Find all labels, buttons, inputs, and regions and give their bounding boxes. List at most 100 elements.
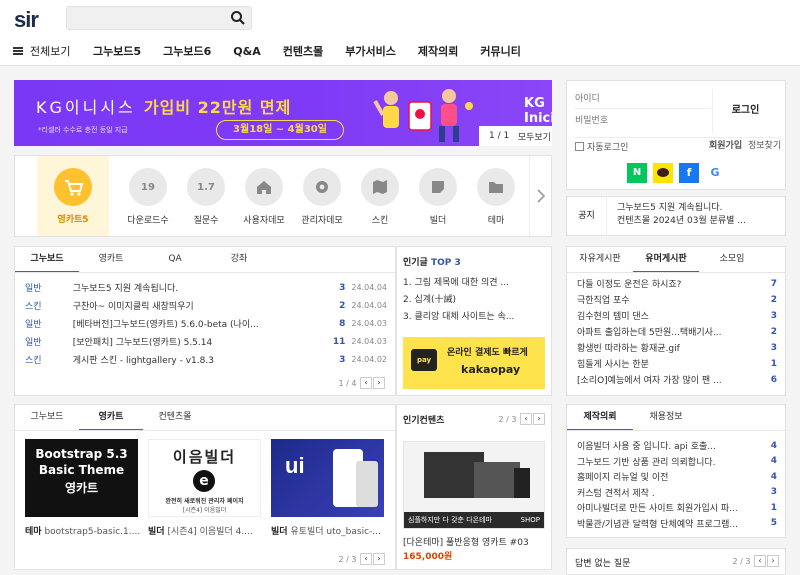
row-comment-count: 1 [770,358,777,369]
google-login-icon[interactable]: G [705,163,725,183]
tab-lecture[interactable]: 강좌 [207,247,271,273]
tab-gnuboard[interactable]: 그누보드 [15,247,79,273]
nav-item-request[interactable]: 제작의뢰 [418,43,458,59]
main-nav: 전체보기 그누보드5 그누보드6 Q&A 컨텐츠몰 부가서비스 제작의뢰 커뮤니… [0,40,800,62]
site-logo[interactable]: sir [14,7,39,33]
contents-next-button[interactable]: › [533,413,545,425]
kakaopay-ad[interactable]: pay 온라인 결제도 빠르게 kakaopay [403,337,545,389]
row-date: 24.04.02 [351,355,387,364]
tab-jobs[interactable]: 채용정보 [633,405,699,431]
home-icon[interactable] [245,168,283,206]
gallery-item[interactable]: 테마 bootstrap5-basic.1.... [25,524,145,537]
community-row[interactable]: 다들 이정도 운전은 하시죠? 7 [577,277,777,291]
row-comment-count: 2 [770,326,777,337]
community-row[interactable]: 힘들게 사시는 한분 1 [577,357,777,371]
board-row[interactable]: 일반 그누보드5 지원 계속됩니다. 3 24.04.04 [25,281,387,295]
password-input[interactable] [575,111,711,131]
board-next-button[interactable]: › [373,377,385,389]
contents-prev-button[interactable]: ‹ [520,413,532,425]
contents-thumb[interactable]: 심플하지만 다 갖춘 다온테마 SHOP [403,441,545,529]
kakao-login-icon[interactable] [653,163,673,183]
row-comment-count: 4 [770,471,777,482]
notice-item[interactable]: 컨텐츠몰 2024년 03월 분류별 ... [617,215,746,228]
all-menu-button[interactable]: 전체보기 [0,43,85,59]
auto-login[interactable]: 자동로그인 [575,140,628,153]
gallery-thumb-uto[interactable]: ui [271,439,384,517]
request-row[interactable]: 이음빌더 사용 중 입니다. api 호출... 4 [577,439,777,453]
tab-small-group[interactable]: 소모임 [699,247,765,273]
row-category: 스킨 [25,302,42,312]
community-row[interactable]: 황생빈 따라하는 황재균.gif 3 [577,341,777,355]
gallery-next-button[interactable]: › [373,553,385,565]
request-row[interactable]: 커스텀 견적서 제작 . 3 [577,486,777,499]
board-row[interactable]: 스킨 게시판 스킨 - lightgallery - v1.8.3 3 24.04.0… [25,353,387,367]
banner-view-all-button[interactable]: 모두보기 [518,130,551,143]
nav-item-qa[interactable]: Q&A [233,45,260,58]
folder-icon[interactable] [477,168,515,206]
unanswered-box: 답변 없는 질문 2 / 3 ‹ › [566,548,786,575]
search-input[interactable] [67,7,227,30]
board-prev-button[interactable]: ‹ [360,377,372,389]
download-count-icon[interactable]: 19 [129,168,167,206]
community-row[interactable]: [소리O]예능에서 여자 가장 많이 팬 ... 6 [577,373,777,387]
community-row[interactable]: 아파트 출입하는데 5만원...택배기사... 2 [577,325,777,339]
tab-youngcart[interactable]: 영카트 [79,247,143,273]
popular-item[interactable]: 3. 클리앙 대체 사이트는 속... [403,309,514,326]
row-comment-count: 6 [770,374,777,385]
auto-login-checkbox[interactable] [575,142,584,151]
tab-request[interactable]: 제작의뢰 [567,405,633,431]
note-icon[interactable] [419,168,457,206]
tab-gallery-gnuboard[interactable]: 그누보드 [15,405,79,431]
join-link[interactable]: 회원가입 [709,138,742,151]
username-input[interactable] [575,89,711,109]
contents-name[interactable]: [다온테마] 풀반응형 영카트 #03 [403,535,529,548]
find-account-link[interactable]: 정보찾기 [748,138,781,151]
unanswered-prev-button[interactable]: ‹ [754,555,766,567]
notice-box: 공지 그누보드5 지원 계속됩니다. 컨텐츠몰 2024년 03월 분류별 ..… [566,196,786,236]
gallery-prev-button[interactable]: ‹ [360,553,372,565]
nav-item-gnuboard5[interactable]: 그누보드5 [93,43,141,59]
board-row[interactable]: 스킨 구찬아~ 이미지클릭 새창띄우기 2 24.04.04 [25,299,387,313]
naver-login-icon[interactable]: N [627,163,647,183]
tab-qa[interactable]: QA [143,247,207,273]
contents-price: 165,000원 [403,552,453,562]
community-row[interactable]: 김수현의 템미 댄스 3 [577,309,777,323]
board-tabs: 그누보드 영카트 QA 강좌 [15,247,271,273]
gear-icon[interactable] [303,168,341,206]
tab-gallery-youngcart[interactable]: 영카트 [79,405,143,431]
nav-item-services[interactable]: 부가서비스 [345,43,396,59]
gallery-item[interactable]: 빌더 유토빌더 uto_basic-... [271,524,391,537]
tab-free-board[interactable]: 자유게시판 [567,247,633,273]
row-title: 박물관/기념관 달력형 단체예약 프로그램... [577,519,738,530]
community-row[interactable]: 극한직업 포수 2 [577,293,777,307]
tab-humor-board[interactable]: 유머게시판 [633,247,699,273]
nav-item-contents[interactable]: 컨텐츠몰 [283,43,323,59]
request-row[interactable]: 홈페이지 리뉴얼 및 이전 4 [577,470,777,484]
login-button[interactable]: 로그인 [712,89,778,133]
quick-next-button[interactable] [529,156,551,236]
nav-item-community[interactable]: 커뮤니티 [480,43,520,59]
nav-item-gnuboard6[interactable]: 그누보드6 [163,43,211,59]
search-icon[interactable] [230,10,246,26]
facebook-login-icon[interactable]: f [679,163,699,183]
board-row[interactable]: 일반 [보안패치] 그누보드(영카트) 5.5.14 11 24.04.03 [25,335,387,349]
request-row[interactable]: 박물관/기념관 달력형 단체예약 프로그램... 5 [577,517,777,530]
unanswered-next-button[interactable]: › [767,555,779,567]
popular-item[interactable]: 1. 그림 제목에 대한 의견 ... [403,275,514,292]
quick-item-youngcart5[interactable]: 영카트5 [37,156,109,236]
map-icon[interactable] [361,168,399,206]
request-row[interactable]: 그누보드 기반 상품 관리 의뢰합니다. 4 [577,455,777,468]
notice-item[interactable]: 그누보드5 지원 계속됩니다. [617,202,746,215]
question-count-icon[interactable]: 1.7 [187,168,225,206]
banner-brand: KG이니시스 [36,98,136,117]
request-row[interactable]: 아미나빌더로 만든 사이트 회원가입시 파... 1 [577,501,777,515]
gallery-item[interactable]: 빌더 [시즌4] 이음빌더 4.... [148,524,268,537]
gallery-thumb-ieum[interactable]: 이음빌더 e 완전히 새로워진 관리자 페이지 [시즌4] 이음빌더 [148,439,261,517]
board-row[interactable]: 일반 [베타버전]그누보드(영카트) 5.6.0-beta (나이... 8 24.0… [25,317,387,331]
promo-banner[interactable]: KG이니시스 가입비 22만원 면제 *리셀러 수수료 충전 등일 지급 3월1… [14,80,552,146]
gallery-thumb-bootstrap[interactable]: Bootstrap 5.3 Basic Theme 영카트 [25,439,138,517]
community-tabs: 자유게시판 유머게시판 소모임 [567,247,765,273]
popular-item[interactable]: 2. 십계(十誡) [403,292,514,309]
tab-gallery-contents[interactable]: 컨텐츠몰 [143,405,207,431]
row-comment-count: 11 [332,336,346,347]
